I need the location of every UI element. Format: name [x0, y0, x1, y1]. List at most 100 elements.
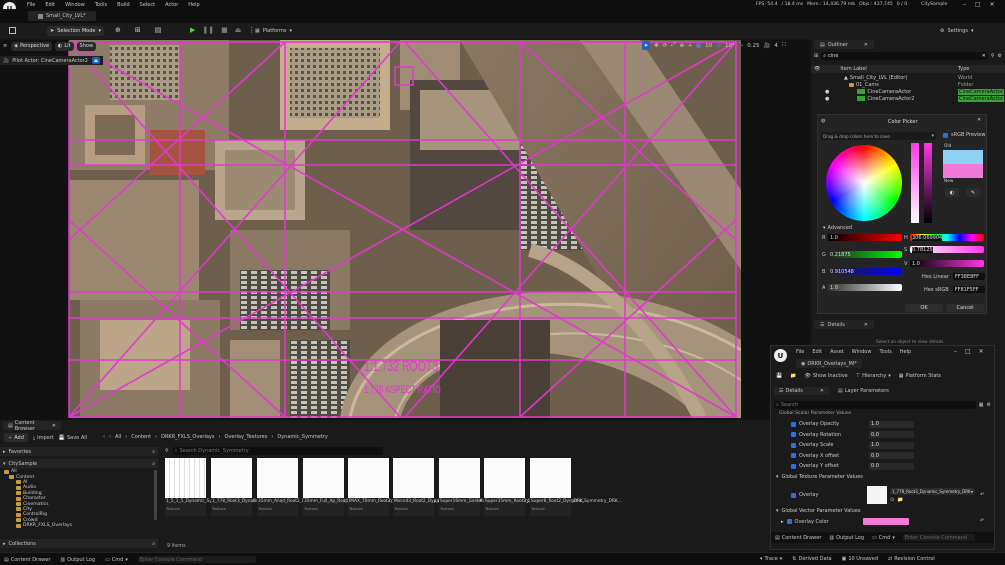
add-filter-icon[interactable]: ⊞	[814, 53, 818, 59]
asset-tile[interactable]: 1_5_1_5_Dynamic_Symmetry_DRKR_FXLSTextur…	[165, 458, 256, 516]
close-icon[interactable]: ✕	[864, 42, 868, 48]
menu-help[interactable]: Help	[900, 349, 911, 355]
favorites-section[interactable]: ▸ Favorites ⌕	[0, 447, 158, 456]
color-wheel[interactable]	[826, 145, 902, 221]
back-icon[interactable]: ‹	[103, 434, 105, 440]
hex-linear-input[interactable]: FF38E8FF	[952, 273, 985, 280]
outliner-search-input[interactable]: ⌕ cine ✕	[821, 52, 988, 60]
platform-stats-button[interactable]: ▦ Platform Stats	[899, 373, 941, 379]
cmd-button[interactable]: ▭ Cmd ▾	[105, 557, 128, 563]
cinematics-icon[interactable]: ▤	[155, 26, 162, 34]
console-input[interactable]: Enter Console Command	[137, 556, 256, 563]
play-icon[interactable]: ▶	[190, 26, 195, 34]
breadcrumb-item[interactable]: Content	[131, 434, 151, 440]
scale-snap-value[interactable]: 0.25	[747, 43, 759, 49]
filter-icon[interactable]: ⚲	[165, 448, 169, 454]
platforms-button[interactable]: ▦ Platforms ▾	[255, 26, 292, 36]
add-actor-icon[interactable]: ⊕	[115, 26, 121, 34]
close-icon[interactable]: ✕	[864, 322, 868, 328]
filter-icon[interactable]: ⚲	[991, 53, 995, 59]
menu-build[interactable]: Build	[117, 2, 130, 8]
menu-window[interactable]: Window	[65, 2, 85, 8]
settings-button[interactable]: ⚙ Settings ▾	[940, 26, 974, 36]
breadcrumb-item[interactable]: Dynamic_Symmetry	[277, 434, 327, 440]
asset-tile[interactable]: IMAX_70mm_Root2_Dynamic_Symmetry_DRK...T…	[348, 458, 451, 516]
reset-to-default-icon[interactable]: ↶	[980, 492, 984, 498]
param-checkbox[interactable]	[791, 421, 796, 427]
tree-scrollbar[interactable]	[154, 470, 157, 520]
asset-tile[interactable]: Super35mm_Root2_Dynamic_Symmetry_DRK...T…	[484, 458, 587, 516]
collections-section[interactable]: ▸ Collections ⌕	[0, 539, 158, 548]
translate-icon[interactable]: ✥	[654, 43, 659, 49]
show-inactive-button[interactable]: 👁 Show Inactive	[804, 373, 847, 379]
close-window-button[interactable]: ✕	[990, 1, 995, 8]
perspective-button[interactable]: ◈ Perspective	[11, 41, 53, 51]
stop-icon[interactable]: ■	[221, 26, 228, 34]
outliner-row[interactable]: ▲ Small_City_LVL (Editor) World	[811, 74, 1005, 81]
hierarchy-button[interactable]: ⊤ Hierarchy ▾	[856, 373, 891, 379]
scalar-section-header[interactable]: Global Scalar Parameter Values	[779, 411, 851, 416]
scale-snap-icon[interactable]: ⤡	[739, 42, 743, 49]
overlay-texture-thumbnail[interactable]	[867, 486, 887, 504]
use-asset-icon[interactable]: ⊙	[890, 497, 894, 503]
browse-asset-icon[interactable]: 📁	[897, 497, 903, 503]
param-value-input[interactable]: 0.0	[869, 431, 914, 439]
maximize-button[interactable]: □	[975, 1, 981, 8]
outliner-row[interactable]: ● CineCameraActor2 CineCameraActor	[811, 95, 1005, 102]
world-icon[interactable]: ⊕	[680, 43, 685, 49]
selection-mode-button[interactable]: ➤ Selection Mode ▾	[47, 26, 104, 36]
revision-control-button[interactable]: ⇄ Revision Control	[888, 556, 935, 562]
blueprint-icon[interactable]: ⊞	[135, 26, 141, 34]
save-all-button[interactable]: 💾 Save All	[59, 435, 87, 441]
menu-actor[interactable]: Actor	[165, 2, 178, 8]
chevron-right-icon[interactable]: ▸	[781, 519, 784, 525]
overlay-checkbox[interactable]	[791, 492, 796, 498]
outliner-row[interactable]: 01_Cams Folder	[811, 81, 1005, 88]
asset-search-input[interactable]: ⌕ Search Dynamic_Symmetry	[172, 447, 383, 455]
add-button[interactable]: + Add	[4, 433, 28, 442]
tree-item[interactable]: DRKR_FXLS_Overlays	[4, 523, 154, 528]
maximize-button[interactable]: □	[965, 348, 971, 355]
camera-speed-icon[interactable]: 🎥	[763, 43, 770, 49]
a-input[interactable]: 1.0	[828, 284, 902, 291]
vector-section-header[interactable]: ▾ Global Vector Parameter Values	[776, 508, 861, 514]
cmd-button[interactable]: ▭ Cmd ▾	[872, 535, 895, 541]
layer-parameters-tab[interactable]: ▤ Layer Parameters	[833, 387, 894, 395]
output-log-button[interactable]: ▥ Output Log	[60, 557, 95, 563]
asset-tile[interactable]: 35mm_Full_Ap_Root2_Dynamic_Symmetry_DRK.…	[303, 458, 411, 516]
asset-tile[interactable]: Super16mm_Golden_Dynamic_Symmetry_DRK...…	[439, 458, 545, 516]
content-browser-tab[interactable]: ▤ Content Browser ✕	[3, 420, 61, 432]
asset-tile[interactable]: Micro43_Root2_Dynamic_Symmetry_DRK...Tex…	[393, 458, 487, 516]
content-drawer-button[interactable]: ▤ Content Drawer	[775, 535, 821, 541]
param-value-input[interactable]: 0.0	[869, 452, 914, 460]
minimize-button[interactable]: –	[954, 348, 957, 355]
eyedropper-icon[interactable]: ✎	[966, 188, 980, 197]
search-icon[interactable]: ⌕	[152, 461, 155, 467]
project-section[interactable]: ▾ CitySample ⌕	[0, 459, 158, 468]
texture-section-header[interactable]: ▾ Global Texture Parameter Values	[776, 474, 863, 480]
param-checkbox[interactable]	[791, 432, 796, 438]
camera-speed-value[interactable]: 4	[774, 43, 778, 49]
grid-snap-value[interactable]: 10	[705, 43, 712, 49]
menu-edit[interactable]: Edit	[45, 2, 55, 8]
gear-icon[interactable]: ⚙	[998, 53, 1002, 59]
visibility-icon[interactable]: ●	[825, 96, 829, 102]
tab-level[interactable]: Small_City_LVL*	[28, 11, 96, 21]
param-value-input[interactable]: 1.0	[869, 441, 914, 449]
details-tab[interactable]: ☰ Details ✕	[774, 387, 829, 395]
overlay-texture-select[interactable]: 1_778_Root3_Dynamic_Symmetry_DRK ▾	[890, 487, 975, 495]
content-drawer-button[interactable]: ▤ Content Drawer	[4, 557, 50, 563]
search-icon[interactable]: ⌕	[152, 449, 155, 455]
details-search-input[interactable]: ⌕ Search	[774, 401, 976, 409]
column-item-label[interactable]: Item Label	[840, 66, 866, 72]
pause-icon[interactable]: ❚❚	[202, 26, 214, 34]
details-tab[interactable]: ☰ Details ✕	[814, 320, 874, 329]
visibility-icon[interactable]: ●	[825, 89, 829, 95]
save-icon[interactable]	[9, 27, 16, 34]
menu-help[interactable]: Help	[188, 2, 199, 8]
grid-snap-icon[interactable]: ▦	[696, 43, 701, 49]
forward-icon[interactable]: ›	[109, 434, 111, 440]
value-slider[interactable]	[924, 143, 932, 223]
grid-view-icon[interactable]: ▦	[979, 402, 984, 408]
browse-icon[interactable]: 📁	[790, 373, 796, 379]
